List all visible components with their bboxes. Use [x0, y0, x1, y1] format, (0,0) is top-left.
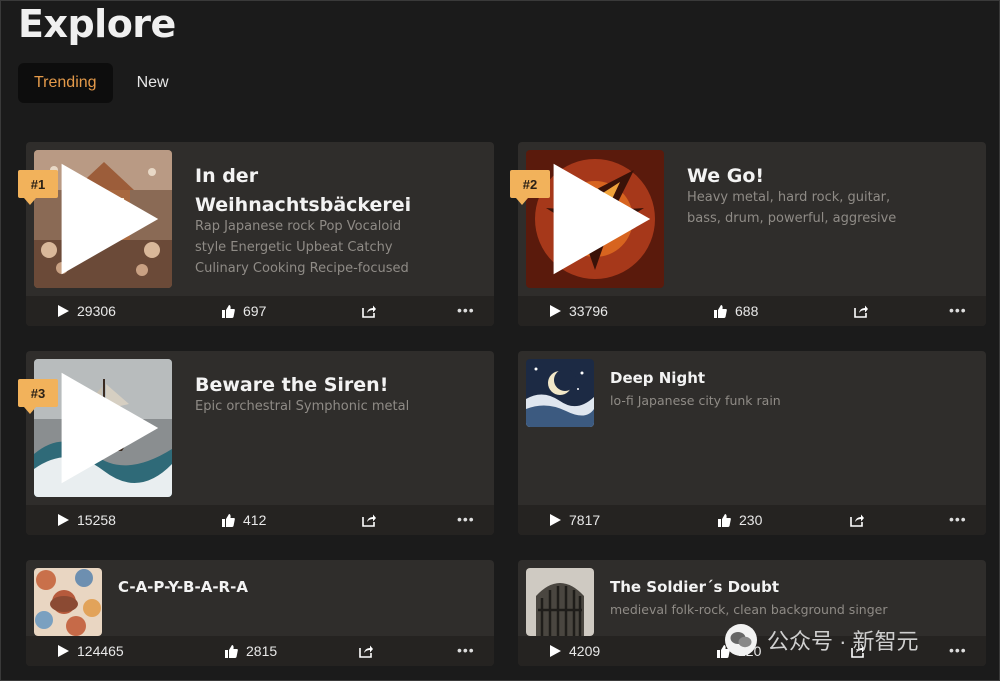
more-options-icon[interactable]: ••• [949, 512, 967, 526]
song-title[interactable]: C-A-P-Y-B-A-R-A [118, 578, 248, 596]
crescent-moon-night-art [526, 359, 594, 427]
like-count[interactable]: 412 [222, 505, 266, 535]
tab-bar: Trending New [18, 63, 185, 103]
rank-badge: #3 [18, 379, 58, 414]
play-count[interactable]: 4209 [550, 636, 600, 666]
song-tags: medieval folk-rock, clean background sin… [610, 602, 888, 617]
song-card[interactable]: #1 In der Weihnachtsbäckerei Rap Japanes… [18, 142, 494, 326]
more-options-icon[interactable]: ••• [457, 303, 475, 317]
cover-art[interactable] [34, 568, 102, 636]
song-tags: Heavy metal, hard rock, guitar, bass, dr… [687, 190, 897, 226]
play-count[interactable]: 15258 [58, 505, 116, 535]
song-tags: Rap Japanese rock Pop Vocaloid style Ene… [195, 219, 409, 276]
song-card[interactable]: C-A-P-Y-B-A-R-A 124465 2815 ••• [26, 560, 494, 666]
play-icon [550, 305, 561, 317]
share-icon[interactable] [854, 304, 868, 318]
share-icon[interactable] [850, 513, 864, 527]
like-count[interactable]: 2815 [225, 636, 277, 666]
like-count[interactable]: 230 [718, 505, 762, 535]
page-title: Explore [18, 2, 176, 46]
play-icon [58, 645, 69, 657]
thumbs-up-icon [222, 513, 235, 527]
prison-gate-art [526, 568, 594, 636]
play-count[interactable]: 29306 [58, 296, 116, 326]
song-card[interactable]: #2 We Go! Heavy metal, hard rock, guitar… [510, 142, 986, 326]
song-title[interactable]: The Soldier´s Doubt [610, 578, 779, 596]
capybara-pattern-art [34, 568, 102, 636]
song-tags: Epic orchestral Symphonic metal [195, 399, 410, 414]
watermark-text: 公众号 · 新智元 [767, 629, 919, 654]
rank-badge: #2 [510, 170, 550, 205]
play-icon [550, 645, 561, 657]
share-icon[interactable] [362, 304, 376, 318]
cover-art[interactable] [526, 568, 594, 636]
card-action-bar: 15258 412 ••• [26, 505, 494, 535]
song-title[interactable]: Deep Night [610, 369, 705, 387]
play-icon [58, 305, 69, 317]
song-tags: lo-fi Japanese city funk rain [610, 393, 781, 408]
like-count[interactable]: 688 [714, 296, 758, 326]
thumbs-up-icon [222, 304, 235, 318]
wechat-logo-icon [725, 624, 757, 656]
rank-badge: #1 [18, 170, 58, 205]
watermark: 公众号 · 新智元 [725, 624, 919, 656]
share-icon[interactable] [359, 644, 373, 658]
play-count[interactable]: 33796 [550, 296, 608, 326]
play-count[interactable]: 7817 [550, 505, 600, 535]
more-options-icon[interactable]: ••• [457, 512, 475, 526]
more-options-icon[interactable]: ••• [949, 303, 967, 317]
tab-new[interactable]: New [121, 63, 185, 103]
song-card[interactable]: Deep Night lo-fi Japanese city funk rain… [518, 351, 986, 535]
cover-art[interactable] [526, 359, 594, 427]
thumbs-up-icon [714, 304, 727, 318]
song-title[interactable]: In der Weihnachtsbäckerei [195, 162, 411, 220]
card-action-bar: 124465 2815 ••• [26, 636, 494, 666]
card-action-bar: 7817 230 ••• [518, 505, 986, 535]
tab-trending[interactable]: Trending [18, 63, 113, 103]
card-action-bar: 29306 697 ••• [26, 296, 494, 326]
play-icon [550, 514, 561, 526]
share-icon[interactable] [362, 513, 376, 527]
card-action-bar: 33796 688 ••• [518, 296, 986, 326]
play-icon [58, 514, 69, 526]
song-card[interactable]: #3 Beware the Siren! Epic orchestral Sym… [18, 351, 494, 535]
thumbs-up-icon [718, 513, 731, 527]
more-options-icon[interactable]: ••• [949, 643, 967, 657]
like-count[interactable]: 697 [222, 296, 266, 326]
more-options-icon[interactable]: ••• [457, 643, 475, 657]
play-count[interactable]: 124465 [58, 636, 124, 666]
thumbs-up-icon [225, 644, 238, 658]
